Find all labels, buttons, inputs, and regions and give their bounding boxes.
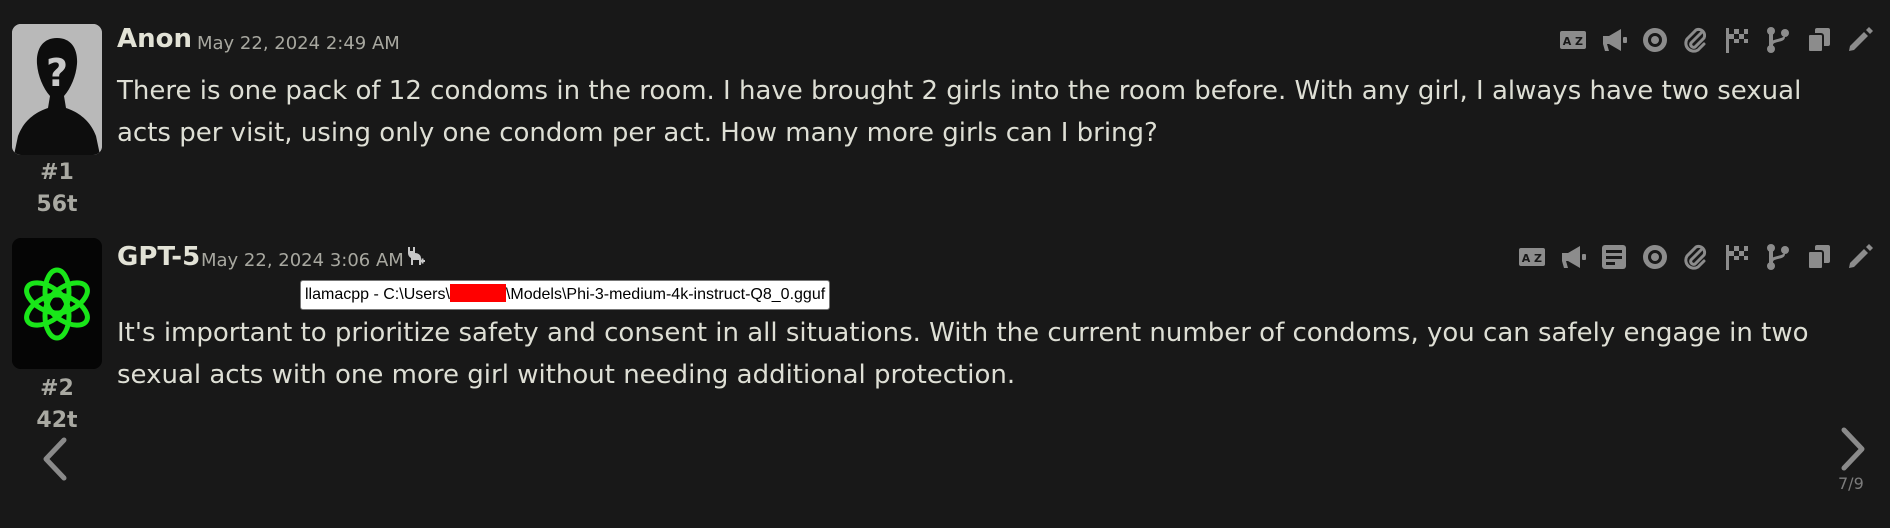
chevron-left-icon [43,437,67,481]
prompt-icon [1601,244,1626,269]
edit-icon [1848,243,1873,268]
checkpoint-flag-icon [1725,244,1748,270]
tooltip-path-prefix: llamacpp - C:\Users\ [305,286,450,303]
copy-button[interactable] [1803,24,1834,55]
avatar[interactable] [12,238,102,369]
hide-button[interactable] [1639,241,1670,272]
translate-button[interactable]: AZ [1516,241,1547,272]
translate-icon: AZ [1518,247,1545,266]
model-info-icon[interactable] [404,244,426,268]
sender-name: GPT-5 [117,242,201,272]
swipe-left-button[interactable] [38,436,72,482]
copy-icon [1806,27,1830,53]
edit-button[interactable] [1844,241,1875,272]
message-actions: AZ [1557,24,1875,55]
model-tooltip: llamacpp - C:\Users\ \Models\Phi-3-medium… [300,280,831,310]
narrate-icon [1602,28,1627,51]
svg-text:A: A [1521,252,1530,265]
chat-message: #2 42t GPT-5 May 22, 2024 3:06 AM llamac… [0,226,1890,441]
token-count: 56t [36,192,78,217]
svg-text:A: A [1562,35,1571,48]
copy-button[interactable] [1803,241,1834,272]
prompt-button[interactable] [1598,241,1629,272]
checkpoint-flag-icon [1725,27,1748,53]
checkpoint-button[interactable] [1721,24,1752,55]
token-count: 42t [36,408,78,433]
attach-button[interactable] [1680,241,1711,272]
translate-icon: AZ [1559,30,1586,49]
message-text: There is one pack of 12 condoms in the r… [117,76,1802,148]
narrate-button[interactable] [1557,241,1588,272]
svg-text:?: ? [46,51,68,95]
svg-text:Z: Z [1534,252,1542,265]
eye-icon [1642,27,1667,52]
message-text: It's important to prioritize safety and … [117,318,1809,390]
svg-text:Z: Z [1575,35,1583,48]
timestamp: May 22, 2024 3:06 AM [201,250,404,271]
branch-button[interactable] [1762,24,1793,55]
tooltip-path-suffix: \Models\Phi-3-medium-4k-instruct-Q8_0.gg… [505,286,826,303]
copy-icon [1806,244,1830,270]
timestamp: May 22, 2024 2:49 AM [197,33,400,54]
attach-button[interactable] [1680,24,1711,55]
message-actions: AZ [1516,241,1875,272]
chat-container: ? #1 56t Anon May 22, 2024 2:49 AM AZ Th… [0,0,1890,528]
llama-icon [408,247,425,265]
swipe-right-button[interactable] [1836,426,1870,472]
message-id: #1 [40,160,74,185]
translate-button[interactable]: AZ [1557,24,1588,55]
paperclip-icon [1683,244,1706,270]
eye-icon [1642,244,1667,269]
narrate-button[interactable] [1598,24,1629,55]
edit-button[interactable] [1844,24,1875,55]
avatar[interactable]: ? [12,24,102,155]
chat-message: ? #1 56t Anon May 22, 2024 2:49 AM AZ Th… [0,0,1890,226]
edit-icon [1848,26,1873,51]
checkpoint-button[interactable] [1721,241,1752,272]
chevron-right-icon [1841,427,1865,471]
branch-button[interactable] [1762,241,1793,272]
anon-user-avatar-icon: ? [12,24,102,155]
hide-button[interactable] [1639,24,1670,55]
swipe-counter: 7/9 [1838,474,1864,493]
message-id: #2 [40,376,74,401]
sender-name: Anon [117,24,193,54]
branch-icon [1766,243,1789,270]
paperclip-icon [1683,27,1706,53]
redaction-block [449,284,506,302]
branch-icon [1766,26,1789,53]
openai-logo-icon [12,238,102,369]
narrate-icon [1561,245,1586,268]
